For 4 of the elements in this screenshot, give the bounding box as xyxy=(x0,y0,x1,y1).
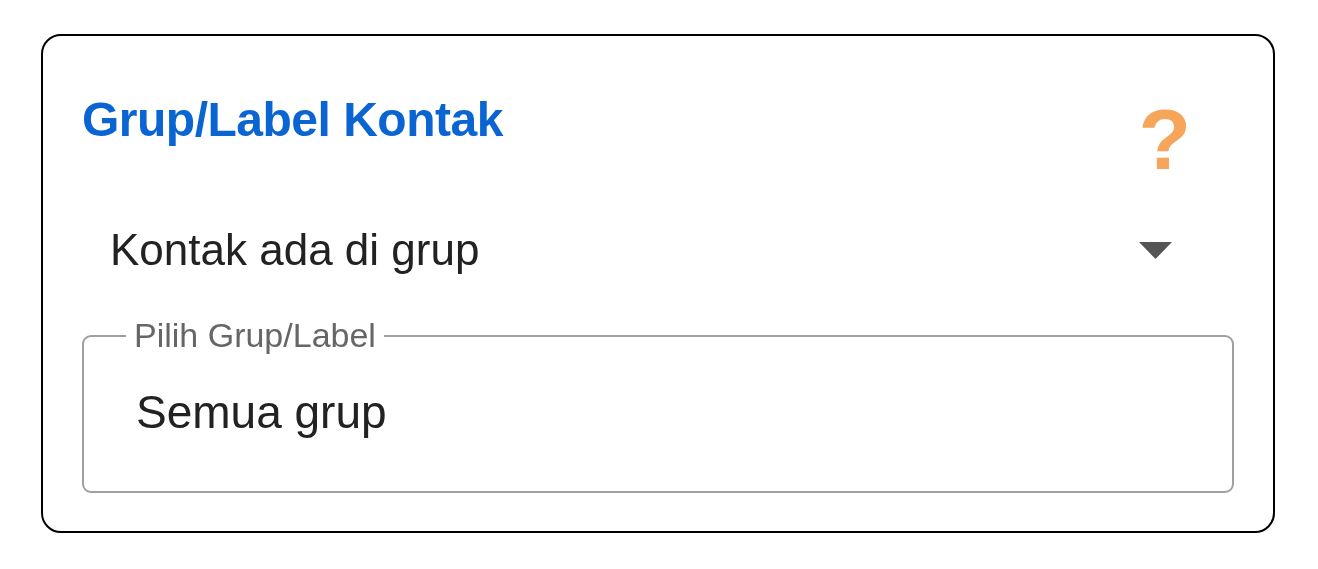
field-value: Semua grup xyxy=(136,385,387,439)
select-field[interactable]: Kontak ada di grup xyxy=(82,220,1234,280)
card-title: Grup/Label Kontak xyxy=(82,92,503,148)
caret-icon xyxy=(1139,241,1172,259)
